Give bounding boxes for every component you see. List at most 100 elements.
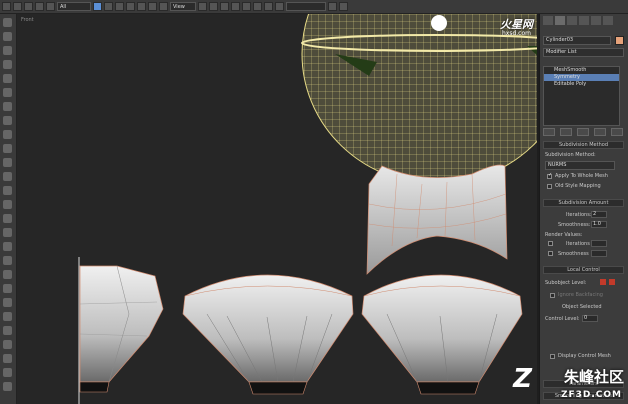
show-end-result-icon[interactable] <box>560 128 572 136</box>
bind-space-warp-icon[interactable] <box>46 2 55 11</box>
render-iterations-spinner[interactable] <box>591 240 607 247</box>
tool-icon-16[interactable] <box>3 228 12 237</box>
display-tab-icon[interactable] <box>591 16 601 25</box>
create-tab-icon[interactable] <box>543 16 553 25</box>
pin-stack-icon[interactable] <box>543 128 555 136</box>
subobject-level-label: Subobject Level: <box>545 280 587 286</box>
select-manipulate-icon[interactable] <box>209 2 218 11</box>
render-smoothness-spinner[interactable] <box>591 250 607 257</box>
tool-icon-9[interactable] <box>3 130 12 139</box>
angle-snap-icon[interactable] <box>242 2 251 11</box>
hierarchy-tab-icon[interactable] <box>567 16 577 25</box>
move-icon[interactable] <box>137 2 146 11</box>
modifier-list-dropdown[interactable]: Modifier List <box>543 48 624 57</box>
tool-icon-10[interactable] <box>3 144 12 153</box>
utilities-tab-icon[interactable] <box>603 16 613 25</box>
tool-icon-20[interactable] <box>3 284 12 293</box>
tool-icon-19[interactable] <box>3 270 12 279</box>
tool-icon-2[interactable] <box>3 32 12 41</box>
watermark-top-url: hxsd.com <box>501 30 531 37</box>
ignore-backfacing-checkbox[interactable] <box>550 293 555 298</box>
tool-icon-11[interactable] <box>3 158 12 167</box>
modify-tab-icon[interactable] <box>555 16 565 25</box>
subdivision-method-label: Subdivision Method: <box>545 152 596 158</box>
tool-icon-8[interactable] <box>3 116 12 125</box>
rotate-icon[interactable] <box>148 2 157 11</box>
tool-icon-18[interactable] <box>3 256 12 265</box>
object-name-field[interactable]: Cylinder03 <box>543 36 611 45</box>
old-style-mapping-checkbox[interactable] <box>547 184 552 189</box>
iterations-spinner[interactable]: 2 <box>591 211 607 218</box>
align-icon[interactable] <box>339 2 348 11</box>
percent-snap-icon[interactable] <box>253 2 262 11</box>
remove-modifier-icon[interactable] <box>594 128 606 136</box>
scale-icon[interactable] <box>159 2 168 11</box>
center-bowl-mesh[interactable] <box>182 274 354 395</box>
display-control-mesh-checkbox[interactable] <box>550 354 555 359</box>
selection-filter-dropdown[interactable]: All <box>57 2 91 11</box>
snaps-toggle-icon[interactable] <box>231 2 240 11</box>
rollout-subdivision-method[interactable]: Subdivision Method <box>543 141 624 149</box>
stack-item-meshsmooth[interactable]: MeshSmooth <box>544 67 619 74</box>
render-iterations-label: Iterations <box>566 241 590 247</box>
reference-coordinate-dropdown[interactable]: View <box>170 2 196 11</box>
tool-icon-24[interactable] <box>3 340 12 349</box>
right-bowl-mesh[interactable] <box>361 274 523 395</box>
rollout-subdivision-amount[interactable]: Subdivision Amount <box>543 199 624 207</box>
vertex-subobject-icon[interactable] <box>600 279 606 285</box>
tool-icon-12[interactable] <box>3 172 12 181</box>
redo-icon[interactable] <box>13 2 22 11</box>
tool-icon-26[interactable] <box>3 368 12 377</box>
tool-icon-14[interactable] <box>3 200 12 209</box>
sphere-wireframe[interactable] <box>301 14 537 185</box>
tool-icon-6[interactable] <box>3 88 12 97</box>
rollout-local-control[interactable]: Local Control <box>543 266 624 274</box>
pivot-center-icon[interactable] <box>198 2 207 11</box>
watermark-bottom-url: ZF3D.COM <box>560 390 622 400</box>
tool-icon-17[interactable] <box>3 242 12 251</box>
apply-whole-mesh-checkbox[interactable] <box>547 172 552 179</box>
stack-item-symmetry[interactable]: Symmetry <box>544 74 619 81</box>
tool-icon-3[interactable] <box>3 46 12 55</box>
tool-icon-21[interactable] <box>3 298 12 307</box>
render-smoothness-checkbox[interactable] <box>548 251 553 256</box>
side-view-mesh[interactable] <box>79 265 164 393</box>
named-selection-sets-field[interactable] <box>286 2 326 11</box>
object-color-swatch[interactable] <box>615 36 624 45</box>
tool-icon-27[interactable] <box>3 382 12 391</box>
named-selection-icon[interactable] <box>275 2 284 11</box>
keyboard-shortcut-icon[interactable] <box>220 2 229 11</box>
unlink-icon[interactable] <box>35 2 44 11</box>
left-toolbar <box>0 14 17 404</box>
edge-subobject-icon[interactable] <box>609 279 615 285</box>
floating-band-mesh[interactable] <box>366 164 508 275</box>
smoothness-label: Smoothness: <box>558 222 591 228</box>
motion-tab-icon[interactable] <box>579 16 589 25</box>
make-unique-icon[interactable] <box>577 128 589 136</box>
tool-icon-5[interactable] <box>3 74 12 83</box>
render-iterations-checkbox[interactable] <box>548 241 553 246</box>
tool-icon-4[interactable] <box>3 60 12 69</box>
smoothness-spinner[interactable]: 1.0 <box>591 221 607 228</box>
mirror-icon[interactable] <box>328 2 337 11</box>
subdivision-method-dropdown[interactable]: NURMS <box>545 161 615 170</box>
tool-icon-13[interactable] <box>3 186 12 195</box>
configure-sets-icon[interactable] <box>611 128 623 136</box>
render-smoothness-label: Smoothness <box>558 251 589 257</box>
link-icon[interactable] <box>24 2 33 11</box>
window-crossing-icon[interactable] <box>126 2 135 11</box>
select-object-icon[interactable] <box>93 2 102 11</box>
tool-icon-25[interactable] <box>3 354 12 363</box>
undo-icon[interactable] <box>2 2 11 11</box>
selection-region-icon[interactable] <box>115 2 124 11</box>
tool-icon-22[interactable] <box>3 312 12 321</box>
control-level-spinner[interactable]: 0 <box>582 315 598 322</box>
tool-icon-23[interactable] <box>3 326 12 335</box>
tool-icon-7[interactable] <box>3 102 12 111</box>
spinner-snap-icon[interactable] <box>264 2 273 11</box>
stack-item-editable-poly[interactable]: Editable Poly <box>544 81 619 88</box>
select-by-name-icon[interactable] <box>104 2 113 11</box>
front-viewport[interactable]: Front 火星网 hxsd.com <box>17 14 537 404</box>
tool-icon-15[interactable] <box>3 214 12 223</box>
tool-icon-1[interactable] <box>3 18 12 27</box>
